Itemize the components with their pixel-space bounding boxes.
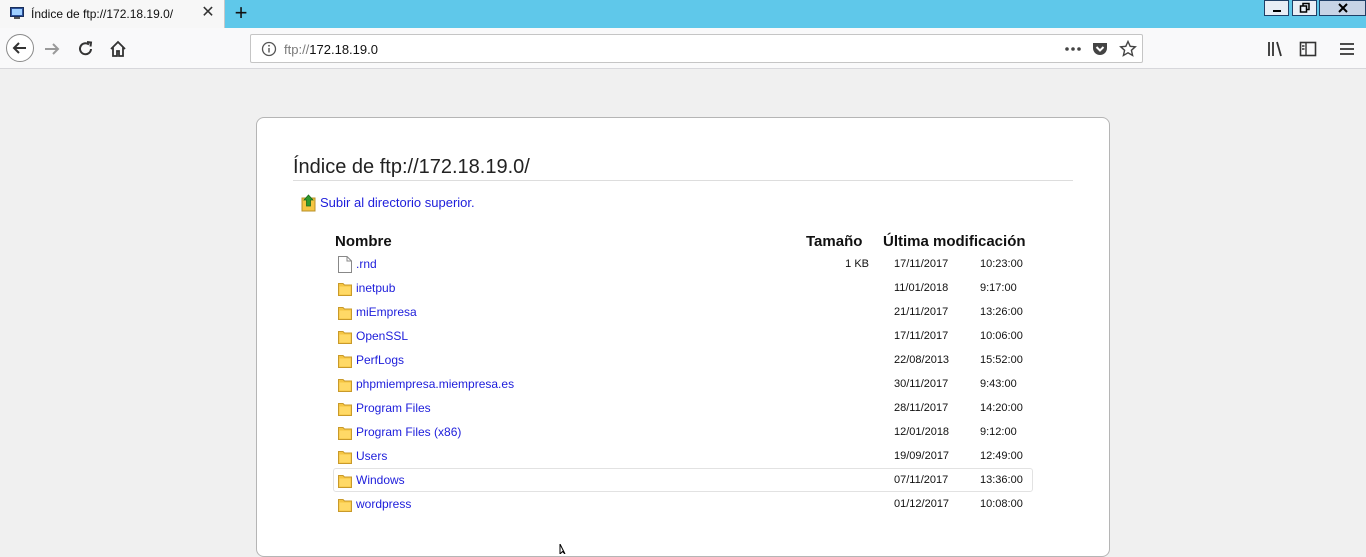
file-icon <box>338 256 352 273</box>
folder-icon <box>338 497 352 512</box>
entry-time: 12:49:00 <box>980 450 1023 462</box>
entry-name-link[interactable]: Users <box>356 449 387 463</box>
active-tab[interactable]: Índice de ftp://172.18.19.0/ ✕ <box>0 0 225 28</box>
folder-icon <box>338 473 352 488</box>
list-item[interactable]: inetpub 11/01/2018 9:17:00 <box>333 276 1033 300</box>
entry-time: 14:20:00 <box>980 402 1023 414</box>
list-item[interactable]: OpenSSL 17/11/2017 10:06:00 <box>333 324 1033 348</box>
entry-time: 9:12:00 <box>980 426 1017 438</box>
list-item[interactable]: Windows 07/11/2017 13:36:00 <box>333 468 1033 492</box>
url-scheme: ftp:// <box>284 42 310 57</box>
menu-icon[interactable] <box>1337 39 1357 59</box>
new-tab-button[interactable]: + <box>230 2 252 24</box>
url-host: 172.18.19.0 <box>309 42 378 57</box>
tab-title: Índice de ftp://172.18.19.0/ <box>31 7 174 21</box>
entry-date: 21/11/2017 <box>894 306 949 318</box>
folder-icon <box>338 353 352 368</box>
entry-time: 15:52:00 <box>980 354 1023 366</box>
entry-name-link[interactable]: Program Files (x86) <box>356 425 461 439</box>
page-viewport: Índice de ftp://172.18.19.0/ Subir al di… <box>0 69 1366 557</box>
home-icon[interactable] <box>108 39 128 59</box>
folder-icon <box>338 329 352 344</box>
folder-icon <box>338 425 352 440</box>
entry-date: 30/11/2017 <box>894 378 949 390</box>
folder-icon <box>338 449 352 464</box>
entry-name-link[interactable]: phpmiempresa.miempresa.es <box>356 377 514 391</box>
reload-icon[interactable] <box>76 39 96 59</box>
entry-date: 22/08/2013 <box>894 354 950 366</box>
entry-date: 12/01/2018 <box>894 426 950 438</box>
entry-time: 13:36:00 <box>980 474 1023 486</box>
pocket-icon[interactable] <box>1091 40 1109 58</box>
list-item[interactable]: phpmiempresa.miempresa.es 30/11/2017 9:43:… <box>333 372 1033 396</box>
tab-strip: Índice de ftp://172.18.19.0/ ✕ + <box>0 0 1366 28</box>
list-item[interactable]: Program Files (x86) 12/01/2018 9:12:00 <box>333 420 1033 444</box>
up-directory-icon <box>301 194 316 212</box>
entry-date: 17/11/2017 <box>894 330 949 342</box>
list-item[interactable]: .rnd 1 KB 17/11/2017 10:23:00 <box>333 252 1033 276</box>
entry-date: 28/11/2017 <box>894 402 949 414</box>
entry-time: 10:23:00 <box>980 258 1023 270</box>
entry-date: 07/11/2017 <box>894 474 949 486</box>
page-title: Índice de ftp://172.18.19.0/ <box>293 156 530 178</box>
entry-date: 01/12/2017 <box>894 498 950 510</box>
list-item[interactable]: PerfLogs 22/08/2013 15:52:00 <box>333 348 1033 372</box>
list-item[interactable]: Users 19/09/2017 12:49:00 <box>333 444 1033 468</box>
entry-time: 9:17:00 <box>980 282 1017 294</box>
restore-icon[interactable] <box>1292 0 1317 16</box>
list-item[interactable]: Program Files 28/11/2017 14:20:00 <box>333 396 1033 420</box>
minimize-icon[interactable] <box>1264 0 1289 16</box>
url-text[interactable]: ftp://172.18.19.0 <box>284 42 378 57</box>
entry-time: 13:26:00 <box>980 306 1023 318</box>
back-arrow-icon <box>12 42 26 54</box>
folder-icon <box>338 377 352 392</box>
back-button[interactable] <box>6 34 34 62</box>
entry-time: 10:08:00 <box>980 498 1023 510</box>
folder-icon <box>338 281 352 296</box>
list-item[interactable]: wordpress 01/12/2017 10:08:00 <box>333 492 1033 516</box>
entry-name-link[interactable]: .rnd <box>356 257 377 271</box>
info-icon[interactable] <box>261 41 277 57</box>
folder-icon <box>338 401 352 416</box>
close-window-icon[interactable] <box>1319 0 1366 16</box>
list-item[interactable]: miEmpresa 21/11/2017 13:26:00 <box>333 300 1033 324</box>
navigation-toolbar: ftp://172.18.19.0 <box>0 28 1366 69</box>
close-tab-icon[interactable]: ✕ <box>200 5 216 21</box>
entry-date: 11/01/2018 <box>894 282 949 294</box>
entry-name-link[interactable]: miEmpresa <box>356 305 417 319</box>
folder-icon <box>338 305 352 320</box>
bookmark-star-icon[interactable] <box>1119 40 1137 58</box>
library-icon[interactable] <box>1266 39 1286 59</box>
entry-date: 17/11/2017 <box>894 258 949 270</box>
entry-name-link[interactable]: Program Files <box>356 401 431 415</box>
entry-name-link[interactable]: Windows <box>356 473 405 487</box>
page-actions-icon[interactable] <box>1063 41 1083 57</box>
column-header-name[interactable]: Nombre <box>335 233 392 250</box>
entry-size: 1 KB <box>845 258 869 270</box>
file-list: .rnd 1 KB 17/11/2017 10:23:00 inetpub 11/01/2… <box>333 252 1033 516</box>
entry-name-link[interactable]: OpenSSL <box>356 329 408 343</box>
computer-icon <box>10 7 24 19</box>
entry-time: 9:43:00 <box>980 378 1017 390</box>
entry-name-link[interactable]: wordpress <box>356 497 411 511</box>
up-directory-label[interactable]: Subir al directorio superior. <box>320 195 475 210</box>
column-header-modified[interactable]: Última modificación <box>883 233 1026 250</box>
sidebar-icon[interactable] <box>1298 39 1318 59</box>
entry-name-link[interactable]: PerfLogs <box>356 353 404 367</box>
entry-name-link[interactable]: inetpub <box>356 281 395 295</box>
column-header-size[interactable]: Tamaño <box>806 233 862 250</box>
address-bar[interactable]: ftp://172.18.19.0 <box>250 34 1143 63</box>
entry-date: 19/09/2017 <box>894 450 950 462</box>
forward-arrow-icon[interactable] <box>42 39 62 59</box>
entry-time: 10:06:00 <box>980 330 1023 342</box>
directory-listing: Índice de ftp://172.18.19.0/ Subir al di… <box>256 117 1110 557</box>
title-divider <box>293 180 1073 181</box>
